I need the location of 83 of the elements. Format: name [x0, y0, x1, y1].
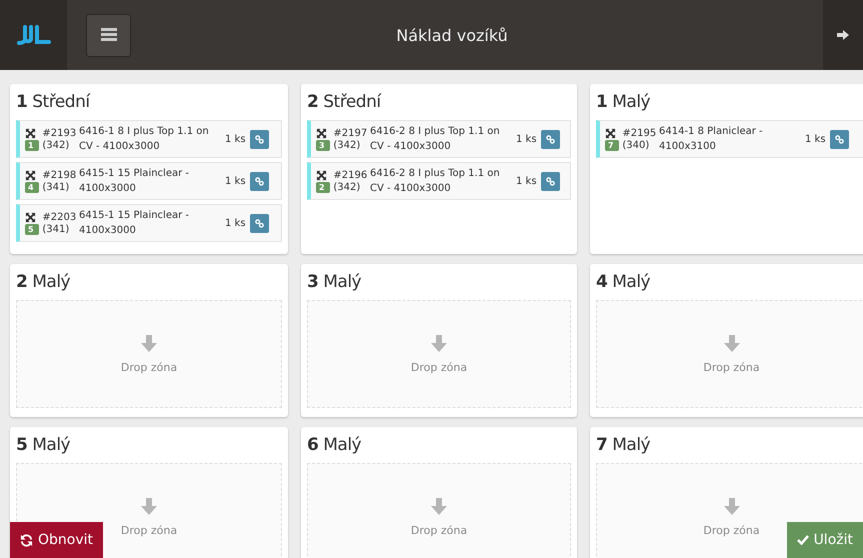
link-button[interactable]	[540, 172, 560, 190]
logout-icon	[836, 29, 850, 41]
item-name: 6416-2 8 I plus Top 1.1 on CV - 4100x3000	[370, 125, 501, 154]
cart-title: 6 Malý	[307, 435, 362, 455]
item-id: #2197	[333, 128, 368, 138]
order-badge: 4	[25, 182, 40, 192]
cart-title: 2 Střední	[307, 92, 382, 112]
refresh-button[interactable]: Obnovit	[10, 522, 104, 558]
cart-title: 2 Malý	[16, 272, 72, 292]
expand-icon	[316, 128, 327, 138]
item-id: #2196	[333, 170, 368, 180]
link-button[interactable]	[830, 130, 849, 148]
load-item[interactable]: #2196 2 (342) 6416-2 8 I plus Top 1.1 on CV - 4100x3000 1 ks	[307, 162, 571, 200]
link-button[interactable]	[540, 130, 560, 148]
link-button[interactable]	[250, 130, 269, 148]
cart-title: 1 Malý	[596, 92, 652, 112]
item-code: (342)	[333, 140, 362, 150]
drop-zone-label: Drop zóna	[120, 360, 178, 374]
item-code: (340)	[622, 140, 650, 150]
drop-zone-label: Drop zóna	[703, 524, 760, 536]
item-quantity: 1 ks	[225, 134, 246, 144]
expand-icon	[25, 128, 36, 138]
item-quantity: 1 ks	[225, 176, 246, 186]
order-badge: 5	[25, 224, 40, 234]
drop-zone-label: Drop zóna	[410, 360, 468, 374]
item-code: (341)	[42, 182, 70, 192]
link-button[interactable]	[250, 172, 269, 190]
link-button[interactable]	[250, 214, 269, 232]
cart-title: 7 Malý	[596, 435, 652, 455]
drop-zone-label: Drop zóna	[120, 524, 178, 536]
arrow-down-icon	[722, 334, 740, 352]
link-icon	[546, 176, 555, 186]
drop-zone-label: Drop zóna	[703, 360, 760, 374]
link-icon	[546, 134, 555, 144]
item-name: 6414-1 8 Planiclear - 4100x3100	[659, 125, 764, 154]
arrow-down-icon	[430, 498, 448, 516]
item-quantity: 1 ks	[516, 176, 537, 186]
item-id: #2193	[42, 128, 78, 138]
check-icon	[796, 535, 809, 545]
item-code: (341)	[42, 224, 70, 234]
menu-button[interactable]	[86, 14, 131, 56]
order-badge: 2	[316, 182, 330, 192]
cart-title: 1 Střední	[16, 92, 92, 112]
order-badge: 7	[605, 140, 620, 150]
cart-title: 5 Malý	[16, 435, 72, 455]
order-badge: 3	[316, 140, 330, 150]
expand-icon	[25, 212, 36, 222]
item-code: (342)	[333, 182, 362, 192]
item-id: #2198	[42, 170, 78, 180]
order-badge: 1	[25, 140, 40, 150]
arrow-down-icon	[140, 334, 158, 352]
load-item[interactable]: #2195 7 (340) 6414-1 8 Planiclear - 4100x3100 1 ks	[596, 120, 863, 158]
page-title: Náklad vozíků	[395, 26, 509, 44]
item-quantity: 1 ks	[516, 134, 537, 144]
load-item[interactable]: #2193 1 (342) 6416-1 8 I plus Top 1.1 on CV - 4100x3000 1 ks	[16, 120, 282, 158]
item-name: 6415-1 15 Plainclear - 4100x3000	[79, 209, 190, 238]
refresh-icon	[20, 534, 33, 546]
load-item[interactable]: #2197 3 (342) 6416-2 8 I plus Top 1.1 on CV - 4100x3000 1 ks	[307, 120, 571, 158]
logo-icon	[16, 24, 50, 46]
link-icon	[834, 134, 844, 144]
link-icon	[254, 218, 264, 228]
load-item[interactable]: #2203 5 (341) 6415-1 15 Plainclear - 4100x3000 1 ks	[16, 204, 282, 242]
arrow-down-icon	[140, 498, 158, 516]
drop-zone-label: Drop zóna	[410, 524, 468, 536]
cart-title: 4 Malý	[596, 272, 652, 292]
item-id: #2195	[622, 128, 658, 138]
link-icon	[254, 134, 264, 144]
arrow-down-icon	[722, 498, 740, 516]
item-quantity: 1 ks	[225, 218, 246, 228]
cart-title: 3 Malý	[307, 272, 362, 292]
menu-icon	[100, 28, 116, 42]
item-code: (342)	[42, 140, 70, 150]
expand-icon	[25, 170, 36, 180]
load-item[interactable]: #2198 4 (341) 6415-1 15 Plainclear - 4100x3000 1 ks	[16, 162, 282, 200]
item-name: 6416-2 8 I plus Top 1.1 on CV - 4100x3000	[370, 167, 501, 196]
arrow-down-icon	[430, 334, 448, 352]
expand-icon	[605, 128, 616, 138]
item-name: 6415-1 15 Plainclear - 4100x3000	[79, 167, 190, 196]
item-name: 6416-1 8 I plus Top 1.1 on CV - 4100x3000	[79, 125, 210, 154]
link-icon	[254, 176, 264, 186]
expand-icon	[316, 170, 327, 180]
item-quantity: 1 ks	[805, 134, 826, 144]
item-id: #2203	[42, 212, 78, 222]
